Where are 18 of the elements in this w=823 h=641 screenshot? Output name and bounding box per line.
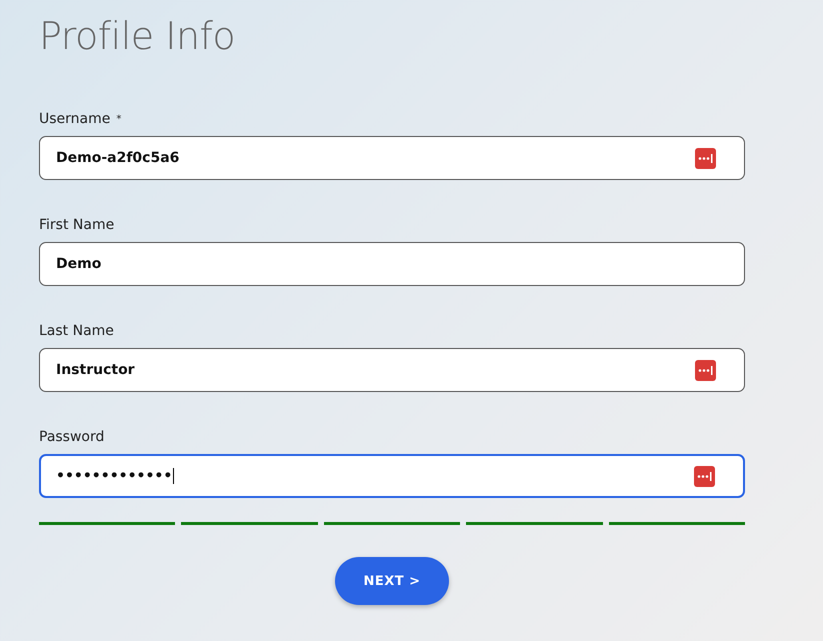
field-label: First Name bbox=[39, 217, 114, 233]
page-title: Profile Info bbox=[39, 14, 236, 58]
field-value: ••••••••••••• bbox=[56, 468, 174, 484]
password-manager-icon[interactable] bbox=[695, 360, 716, 380]
field-label: Last Name bbox=[39, 323, 114, 339]
text-field[interactable]: Demo bbox=[39, 242, 745, 286]
password-manager-icon[interactable] bbox=[694, 466, 715, 486]
text-field[interactable]: Demo-a2f0c5a6 bbox=[39, 136, 745, 180]
field-value: Instructor bbox=[56, 362, 135, 378]
field-value: Demo bbox=[56, 256, 102, 272]
next-button[interactable]: NEXT > bbox=[335, 557, 449, 605]
field-label: Password bbox=[39, 429, 104, 445]
required-mark: * bbox=[116, 114, 122, 124]
text-field[interactable]: ••••••••••••• bbox=[39, 454, 745, 498]
field-label: Username bbox=[39, 111, 110, 127]
field-value: Demo-a2f0c5a6 bbox=[56, 150, 180, 166]
password-manager-icon[interactable] bbox=[695, 148, 716, 168]
text-field[interactable]: Instructor bbox=[39, 348, 745, 392]
